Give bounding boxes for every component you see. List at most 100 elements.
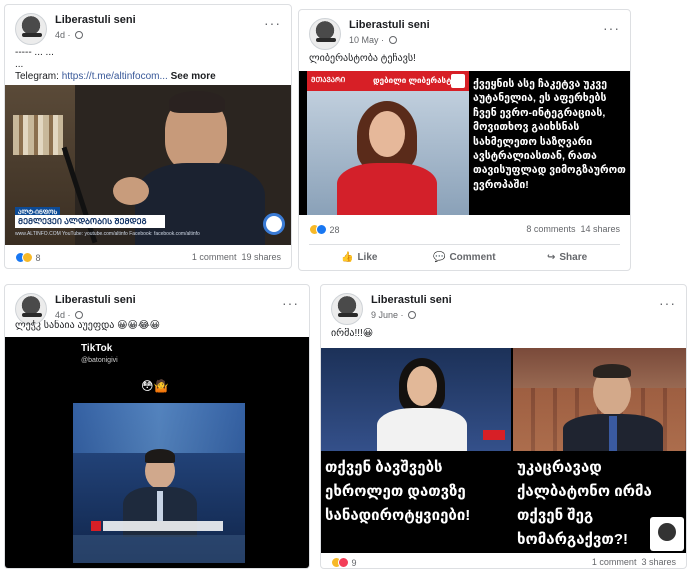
tiktok-username: @batonigivi: [81, 357, 118, 364]
post-meta: 4d ·: [55, 310, 84, 320]
share-count[interactable]: 19 shares: [241, 252, 281, 262]
post-date[interactable]: 10 May: [349, 35, 379, 45]
comments-shares[interactable]: 8 comments 14 shares: [526, 224, 620, 234]
comment-count[interactable]: 1 comment: [592, 557, 637, 567]
post-text: ირმა!!!😀: [331, 328, 374, 339]
woman-face: [407, 366, 437, 406]
watermark-face: [658, 523, 676, 541]
globe-icon: [388, 36, 397, 44]
post-date[interactable]: 9 June: [371, 310, 398, 320]
channel-logo: [451, 74, 465, 88]
tv-clip: [73, 403, 245, 563]
anchor-hair: [145, 449, 175, 463]
post-date[interactable]: 4d: [55, 30, 65, 40]
more-options-icon[interactable]: ···: [282, 295, 299, 311]
woman-blouse: [377, 408, 467, 451]
post-header: Liberastuli seni 9 June · ···: [331, 293, 676, 329]
presenter-face: [369, 111, 405, 157]
tiktok-video[interactable]: TikTok @batonigivi 😳🤷: [5, 337, 309, 568]
speaker-hand: [113, 177, 149, 205]
author-name[interactable]: Liberastuli seni: [371, 294, 452, 306]
reactions-bar: 9 1 comment 3 shares: [331, 557, 676, 568]
reaction-count[interactable]: 8: [15, 252, 41, 263]
tv-banner: დებილი ლიბერასტი: [373, 76, 457, 85]
telegram-line: Telegram: https://t.me/altinfocom... See…: [15, 71, 281, 82]
post-card-1: Liberastuli seni 4d · ··· ----- ... ... …: [4, 4, 292, 269]
reactions-bar: 28 8 comments 14 shares: [309, 224, 620, 238]
post-meta: 10 May ·: [349, 35, 397, 45]
post-text: ლიბერასტობა ტეჩავს!: [309, 53, 416, 64]
author-name[interactable]: Liberastuli seni: [349, 19, 430, 31]
post-card-2: Liberastuli seni 10 May · ··· ლიბერასტობ…: [298, 9, 631, 271]
reaction-count-value: 28: [329, 225, 340, 235]
avatar[interactable]: [309, 18, 341, 50]
anchor-tie: [157, 491, 163, 521]
post-date[interactable]: 4d: [55, 310, 65, 320]
comments-shares[interactable]: 1 comment 3 shares: [592, 557, 676, 567]
telegram-link[interactable]: https://t.me/altinfocom...: [62, 71, 168, 82]
left-panel: [321, 348, 511, 451]
channel-badge: [91, 521, 101, 531]
image-caption: ქვეყნის ასე ჩაკეტვა უკვე აუტანელია, ეს ა…: [473, 78, 626, 191]
presenter-dress: [337, 163, 437, 215]
reaction-count[interactable]: 9: [331, 557, 357, 568]
comments-shares[interactable]: 1 comment 19 shares: [192, 252, 281, 262]
logo-badge: [263, 213, 285, 235]
more-options-icon[interactable]: ···: [659, 295, 676, 311]
man-tie: [609, 416, 617, 451]
right-panel: [513, 348, 686, 451]
lower-third-bar: [103, 521, 223, 531]
telegram-label: Telegram:: [15, 71, 62, 82]
share-button[interactable]: ↪ Share: [547, 252, 587, 263]
reaction-count-value: 9: [351, 558, 357, 568]
post-header: Liberastuli seni 10 May · ···: [309, 18, 620, 54]
love-reaction-icon: [338, 557, 349, 568]
share-icon: ↪: [547, 252, 556, 263]
reaction-count[interactable]: 28: [309, 224, 340, 235]
video-thumbnail[interactable]: ᲐᲚᲢ-ᲘᲜᲤᲝᲡ ᲛᲔᲛᲚᲔᲕᲔᲘ ᲐᲚᲓᲑᲝᲑᲘᲡ ᲨᲔᲛᲓᲔᲒ www.A…: [5, 85, 291, 245]
video-bottom-bar: www.ALTINFO.COM YouTube: youtube.com/alt…: [15, 231, 200, 237]
tv-screen: ᲛᲗᲐᲕᲐᲠᲘ დებილი ლიბერასტი: [307, 71, 469, 215]
blurred-bottom: [73, 535, 245, 563]
avatar[interactable]: [15, 13, 47, 45]
author-name[interactable]: Liberastuli seni: [55, 294, 136, 306]
post-meta: 9 June ·: [371, 310, 417, 320]
author-name[interactable]: Liberastuli seni: [55, 14, 136, 26]
action-bar: 👍 Like 💬 Comment ↪ Share: [309, 244, 620, 270]
books-shelf: [13, 115, 63, 155]
comment-label: Comment: [449, 252, 496, 263]
globe-icon: [408, 311, 417, 319]
post-header: Liberastuli seni 4d · ···: [15, 13, 281, 49]
post-meta: 4d ·: [55, 30, 84, 40]
watermark-avatar: [650, 517, 684, 551]
video-title-bar: ᲛᲔᲛᲚᲔᲕᲔᲘ ᲐᲚᲓᲑᲝᲑᲘᲡ ᲨᲔᲛᲓᲔᲒ: [15, 215, 165, 228]
man-hair: [593, 364, 631, 378]
share-count[interactable]: 3 shares: [641, 557, 676, 567]
more-options-icon[interactable]: ···: [264, 15, 281, 31]
like-label: Like: [357, 252, 378, 263]
post-text: ----- ... ...: [15, 47, 54, 58]
share-count[interactable]: 14 shares: [580, 224, 620, 234]
more-options-icon[interactable]: ···: [603, 20, 620, 36]
speaker-hair: [169, 91, 225, 113]
post-image[interactable]: თქვენ ბავშვებს ეხროლეთ დათვზე სანადიროტყ…: [321, 348, 686, 553]
emoji-row: 😳🤷: [141, 379, 169, 393]
reaction-count-value: 8: [35, 253, 41, 263]
globe-icon: [75, 311, 84, 319]
globe-icon: [75, 31, 84, 39]
comment-count[interactable]: 8 comments: [526, 224, 575, 234]
post-image[interactable]: ᲛᲗᲐᲕᲐᲠᲘ დებილი ლიბერასტი ქვეყნის ასე ჩაკ…: [299, 71, 630, 215]
reactions-bar: 8 1 comment 19 shares: [15, 252, 281, 266]
like-button[interactable]: 👍 Like: [341, 252, 377, 263]
avatar[interactable]: [331, 293, 363, 325]
comment-count[interactable]: 1 comment: [192, 252, 237, 262]
newsroom-background: [73, 403, 245, 453]
see-more-link[interactable]: See more: [171, 71, 216, 82]
haha-reaction-icon: [22, 252, 33, 263]
post-text-2: ...: [15, 59, 24, 70]
tv-label: ᲛᲗᲐᲕᲐᲠᲘ: [311, 77, 346, 84]
post-card-4: Liberastuli seni 9 June · ··· ირმა!!!😀 თ…: [320, 284, 687, 569]
tiktok-logo: TikTok: [81, 343, 113, 354]
left-caption: თქვენ ბავშვებს ეხროლეთ დათვზე სანადიროტყ…: [325, 459, 471, 524]
comment-button[interactable]: 💬 Comment: [433, 252, 496, 263]
